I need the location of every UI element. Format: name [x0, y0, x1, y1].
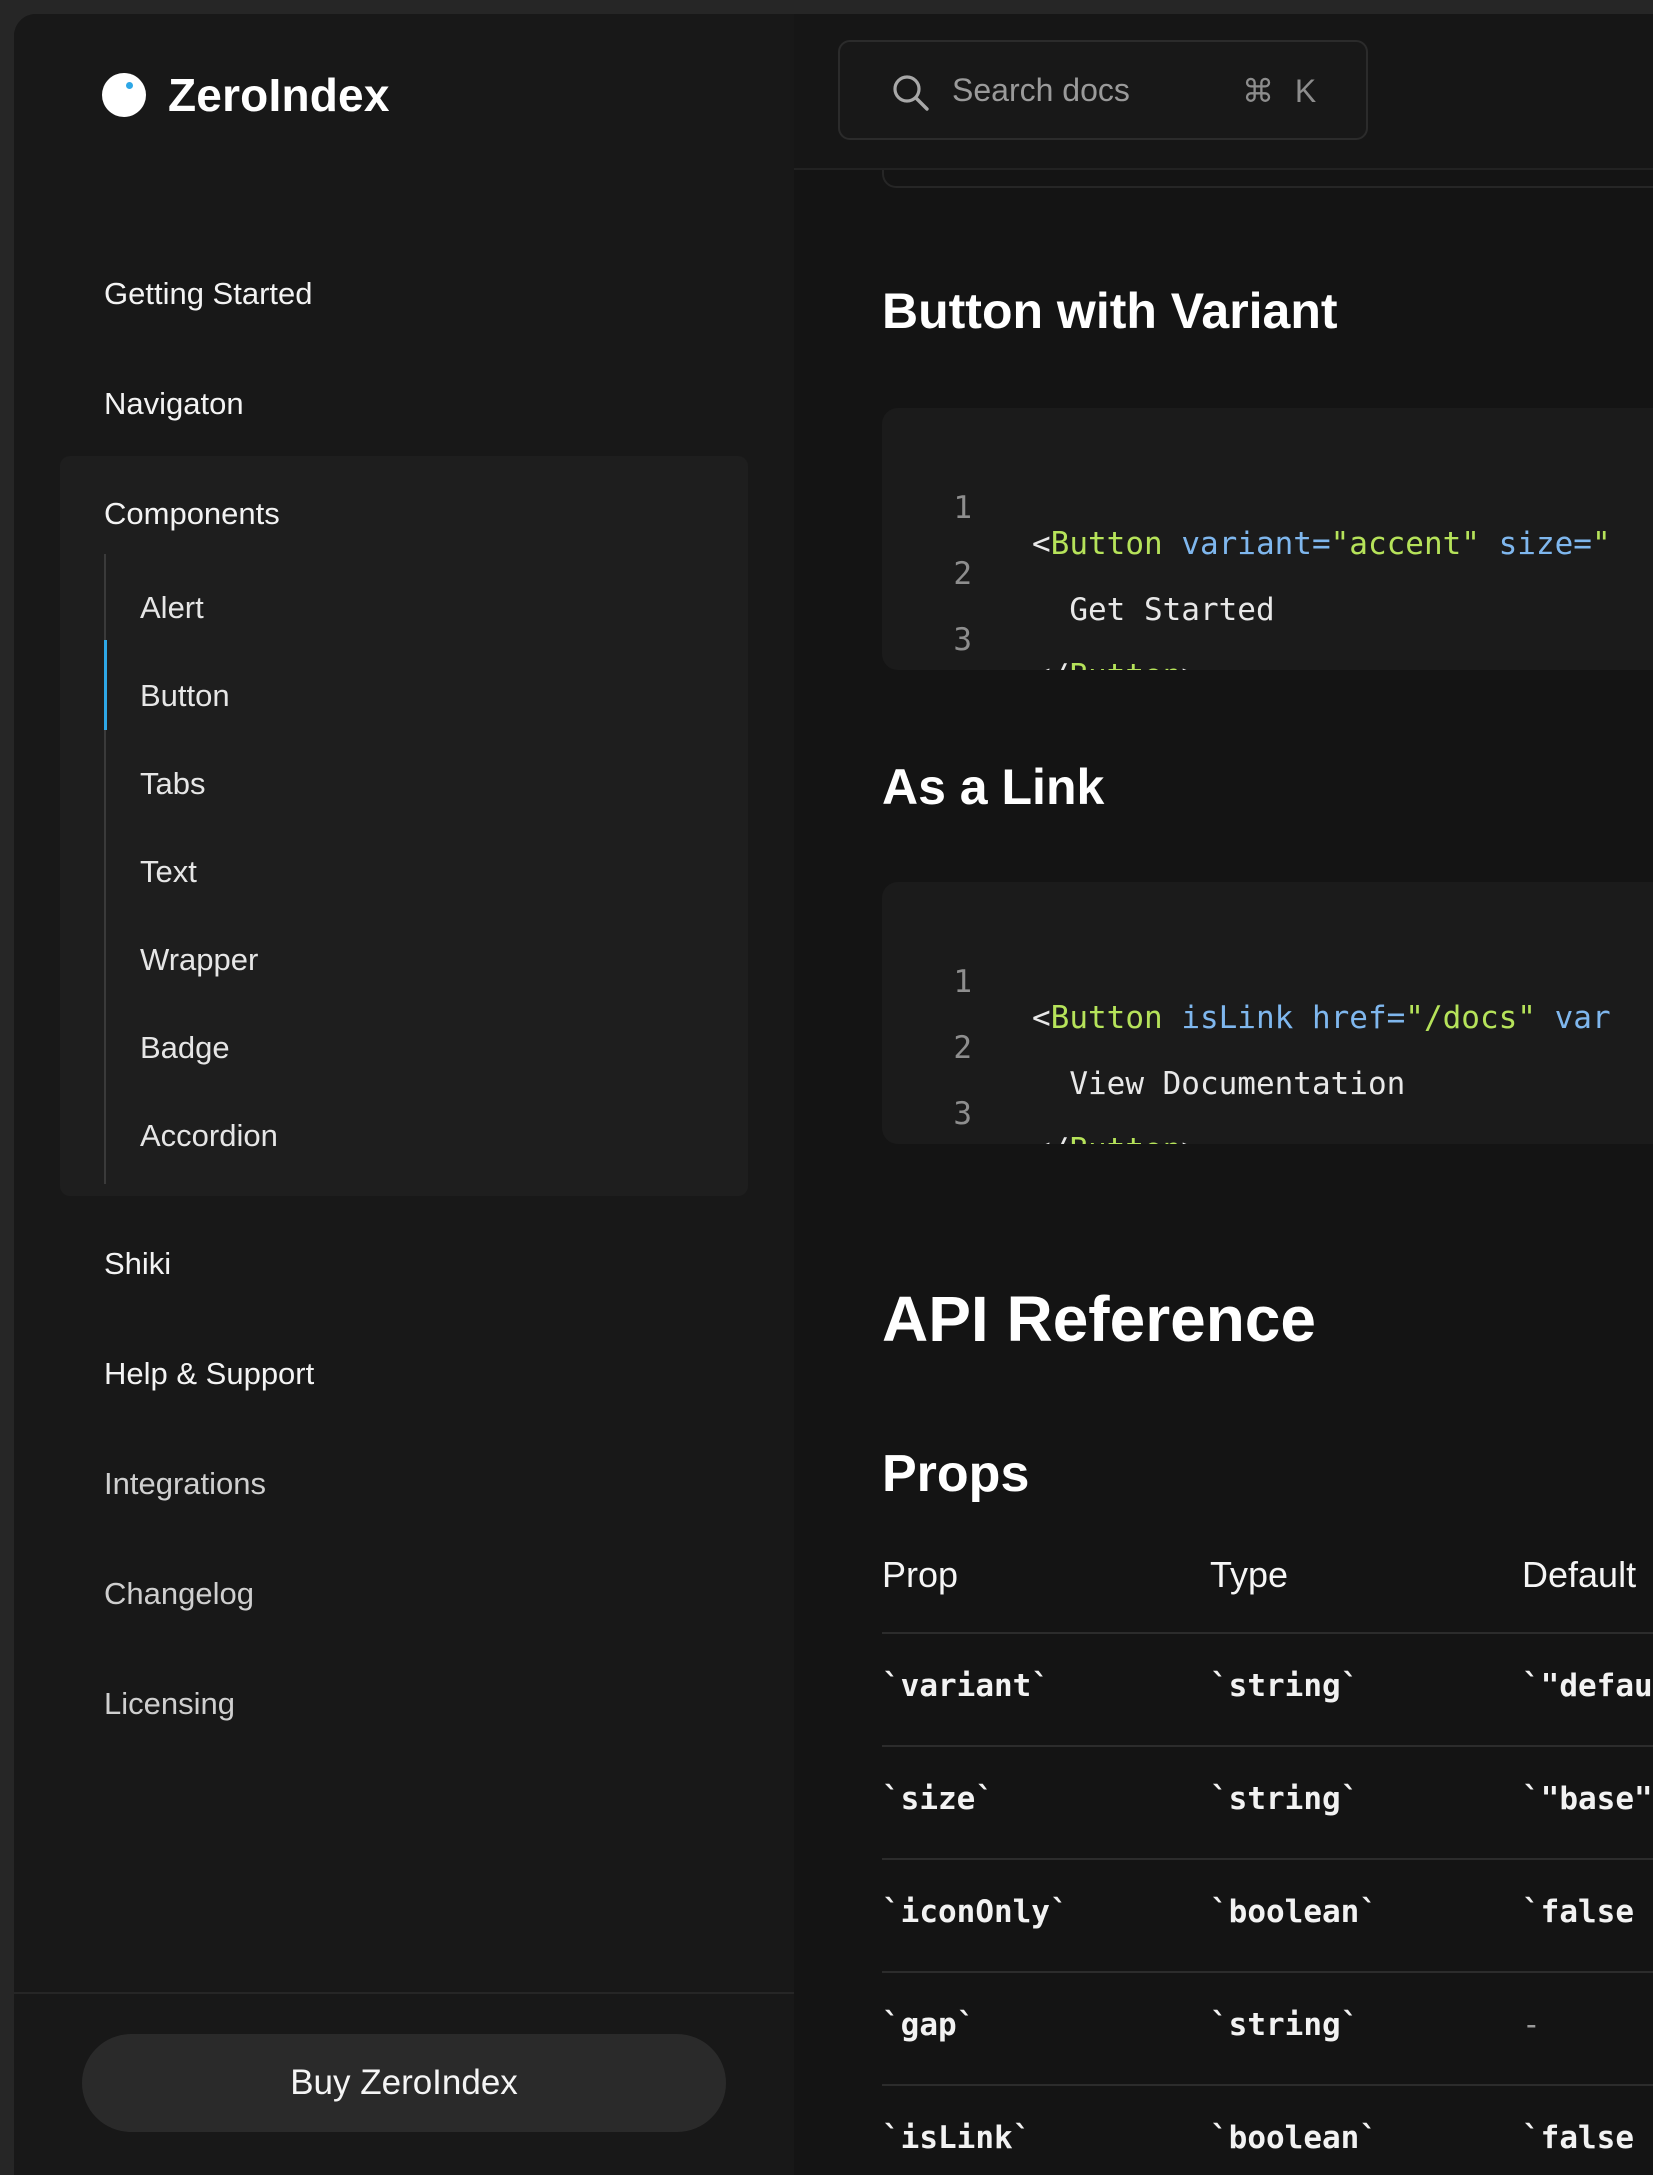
api-reference-title: API Reference — [882, 1283, 1316, 1355]
active-indicator — [104, 640, 107, 730]
code-text: <Button isLink href="/docs" var — [1032, 1000, 1611, 1036]
sidebar-subitem-badge[interactable]: Badge — [140, 1030, 230, 1066]
table-row: `iconOnly` `boolean` `false — [882, 1858, 1653, 1972]
code-line: 3 </Button> — [882, 1060, 1200, 1144]
cell-default: `false — [1522, 1894, 1634, 1930]
props-title: Props — [882, 1445, 1030, 1503]
table-header-default: Default — [1522, 1554, 1637, 1595]
cell-prop: `variant` — [882, 1668, 1050, 1704]
sidebar-subitem-wrapper[interactable]: Wrapper — [140, 942, 258, 978]
sidebar-item-licensing[interactable]: Licensing — [104, 1686, 235, 1722]
cell-prop: `isLink` — [882, 2120, 1032, 2156]
code-line: 1 <Button variant="accent" size=" — [882, 454, 1610, 562]
cell-prop: `size` — [882, 1781, 994, 1817]
code-text: View Documentation — [1032, 1066, 1406, 1102]
section-title-link: As a Link — [882, 759, 1105, 815]
code-text: </Button> — [1032, 658, 1200, 670]
code-line: 1 <Button isLink href="/docs" var — [882, 928, 1610, 1036]
sidebar: ZeroIndex Getting Started Navigaton Comp… — [14, 14, 796, 2175]
sidebar-subitem-alert[interactable]: Alert — [140, 590, 204, 626]
sidebar-subitem-accordion[interactable]: Accordion — [140, 1118, 278, 1154]
logo[interactable]: ZeroIndex — [102, 68, 390, 122]
cell-type: `string` — [1210, 2007, 1360, 2043]
sidebar-item-changelog[interactable]: Changelog — [104, 1576, 254, 1612]
line-number: 3 — [953, 622, 972, 658]
cell-default: - — [1522, 2007, 1541, 2043]
code-line: 2 View Documentation — [882, 994, 1405, 1102]
sidebar-subitem-text[interactable]: Text — [140, 854, 197, 890]
cell-default: `"base" — [1522, 1781, 1653, 1817]
sidebar-item-integrations[interactable]: Integrations — [104, 1466, 266, 1502]
cell-prop: `gap` — [882, 2007, 976, 2043]
sidebar-item-help-support[interactable]: Help & Support — [104, 1356, 314, 1392]
buy-button[interactable]: Buy ZeroIndex — [82, 2034, 726, 2132]
table-row: `size` `string` `"base" — [882, 1745, 1653, 1859]
search-placeholder: Search docs — [952, 72, 1130, 108]
code-block-link: 1 <Button isLink href="/docs" var 2 View… — [882, 882, 1653, 1144]
brand-name: ZeroIndex — [168, 69, 390, 121]
code-text: </Button> — [1032, 1132, 1200, 1144]
sidebar-item-getting-started[interactable]: Getting Started — [104, 276, 313, 312]
app-window: ZeroIndex Getting Started Navigaton Comp… — [14, 14, 1653, 2175]
section-title-variant: Button with Variant — [882, 283, 1338, 339]
cell-default: `false — [1522, 2120, 1634, 2156]
line-number: 3 — [953, 1096, 972, 1132]
sidebar-divider — [14, 1992, 794, 1994]
sidebar-item-components[interactable]: Components — [104, 496, 280, 532]
search-icon — [893, 75, 929, 111]
code-block-variant: 1 <Button variant="accent" size=" 2 Get … — [882, 408, 1653, 670]
search-shortcut: ⌘ K — [1242, 73, 1323, 109]
sidebar-subitem-button[interactable]: Button — [140, 678, 230, 714]
code-text: <Button variant="accent" size=" — [1032, 526, 1611, 562]
table-header-type: Type — [1210, 1554, 1289, 1595]
cell-prop: `iconOnly` — [882, 1894, 1069, 1930]
table-header-prop: Prop — [882, 1554, 959, 1595]
previous-block-edge — [882, 170, 1653, 188]
code-text: Get Started — [1032, 592, 1275, 628]
top-bar: Search docs ⌘ K — [794, 14, 1653, 170]
code-line: 3 </Button> — [882, 586, 1200, 670]
search-input[interactable]: Search docs ⌘ K — [838, 40, 1368, 140]
sidebar-item-navigation[interactable]: Navigaton — [104, 386, 244, 422]
cell-type: `string` — [1210, 1668, 1360, 1704]
code-line: 2 Get Started — [882, 520, 1274, 628]
main-content: Search docs ⌘ K Button with Variant 1 <B… — [794, 14, 1653, 2175]
components-group — [60, 456, 748, 1196]
cell-type: `string` — [1210, 1781, 1360, 1817]
cell-default: `"defau — [1522, 1668, 1653, 1704]
cell-type: `boolean` — [1210, 1894, 1378, 1930]
sidebar-subitem-tabs[interactable]: Tabs — [140, 766, 205, 802]
table-row: `variant` `string` `"defau — [882, 1632, 1653, 1746]
table-row: `gap` `string` - — [882, 1971, 1653, 2085]
sidebar-item-shiki[interactable]: Shiki — [104, 1246, 171, 1282]
logo-icon — [102, 73, 146, 117]
cell-type: `boolean` — [1210, 2120, 1378, 2156]
table-row: `isLink` `boolean` `false — [882, 2084, 1653, 2175]
